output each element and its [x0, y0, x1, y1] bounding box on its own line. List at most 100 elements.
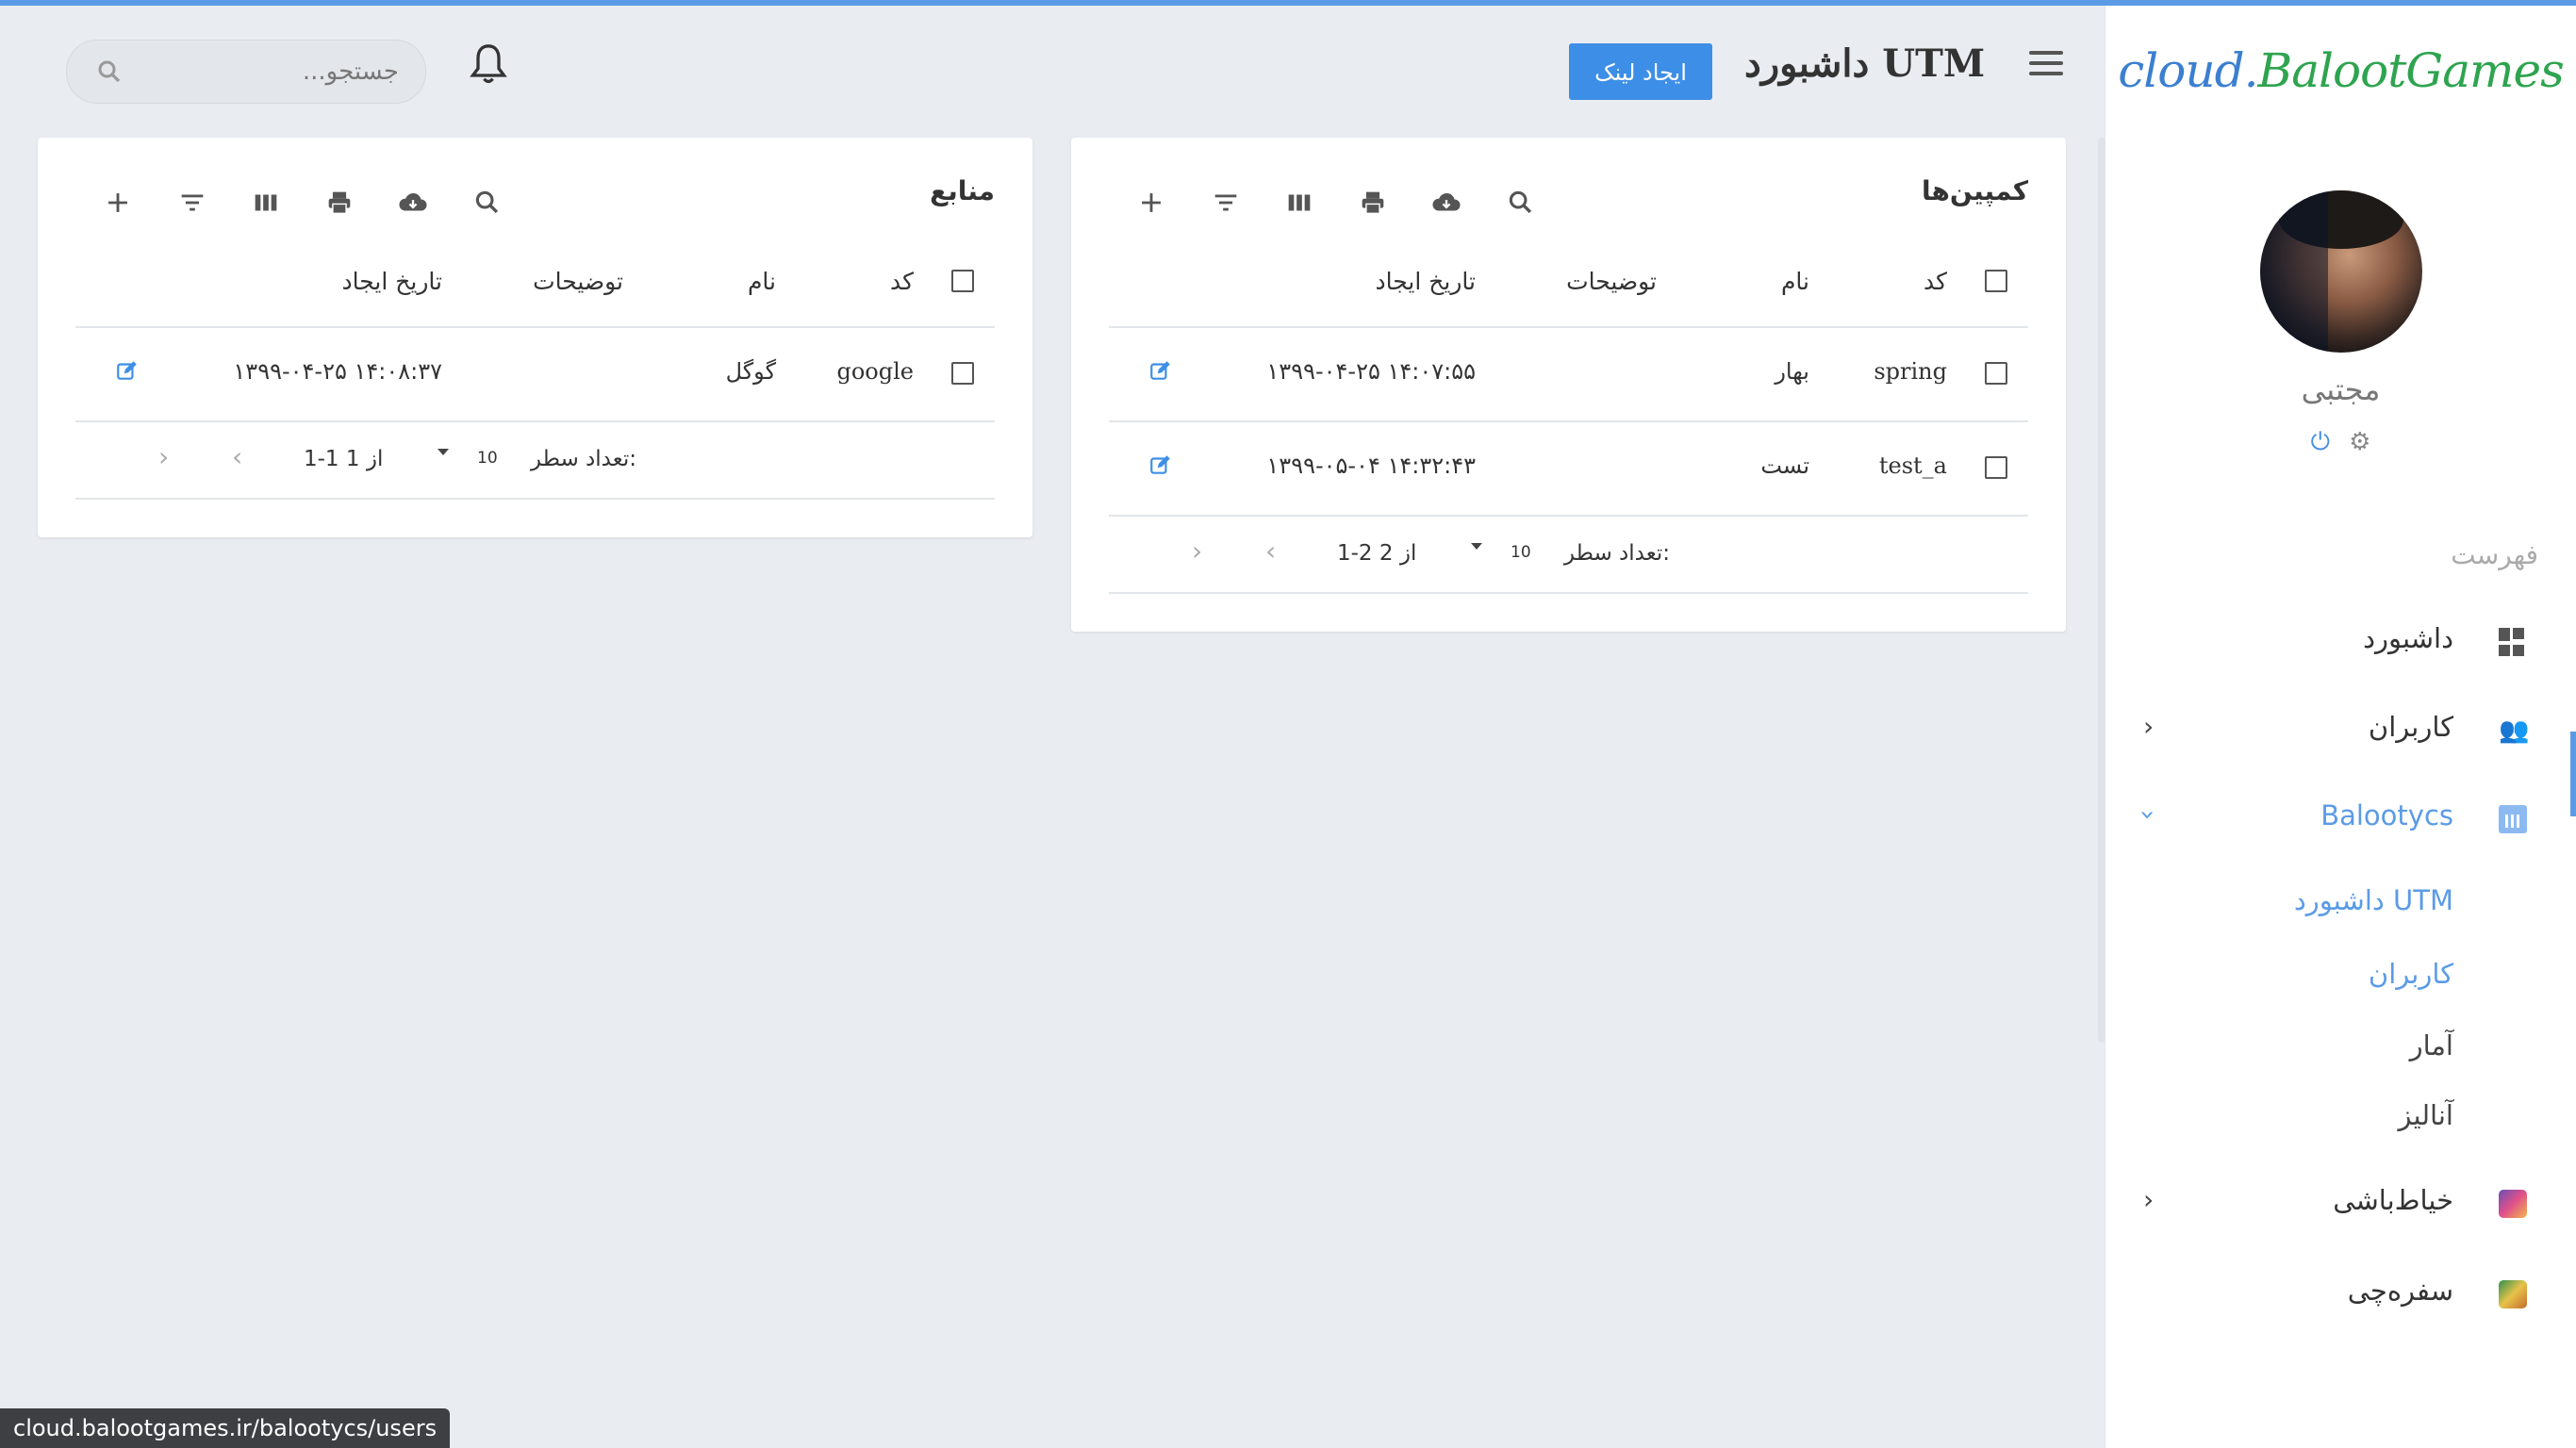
select-all-checkbox[interactable] [1985, 270, 2007, 292]
search-box[interactable] [66, 40, 426, 104]
column-header-name[interactable]: نام [1781, 268, 1809, 295]
filter-icon[interactable] [176, 187, 208, 219]
create-link-button[interactable]: ایجاد لینک [1569, 43, 1712, 100]
divider [75, 498, 995, 500]
cell-code: google [836, 358, 914, 385]
gear-icon[interactable]: ⚙ [2349, 428, 2370, 456]
cell-created: ۱۳۹۹-۰۴-۲۵ ۱۴:۰۸:۳۷ [233, 358, 442, 385]
column-header-description[interactable]: توضیحات [1566, 268, 1657, 295]
filter-icon[interactable] [1210, 187, 1242, 219]
row-checkbox[interactable] [1985, 362, 2007, 385]
cell-created: ۱۳۹۹-۰۴-۲۵ ۱۴:۰۷:۵۵ [1266, 358, 1476, 385]
rows-per-page-label: تعداد سطر: [530, 447, 636, 471]
card-title: کمپین‌ها [1921, 175, 2028, 206]
cloud-download-icon[interactable] [1430, 187, 1462, 219]
rows-per-page-label: تعداد سطر: [1563, 541, 1670, 566]
cell-code: test_a [1878, 452, 1947, 479]
search-icon[interactable] [95, 58, 124, 86]
sidebar-item-balootycs[interactable]: Balootycs › [2105, 786, 2576, 852]
menu-heading: فهرست [2451, 539, 2538, 570]
divider [1109, 420, 2028, 422]
add-icon[interactable] [102, 187, 134, 219]
cell-name: تست [1760, 452, 1809, 479]
cell-created: ۱۳۹۹-۰۵-۰۴ ۱۴:۳۲:۴۳ [1266, 452, 1476, 479]
username: مجتبی [2301, 371, 2381, 407]
divider [1109, 592, 2028, 594]
bell-icon[interactable] [468, 41, 509, 89]
row-checkbox[interactable] [951, 362, 974, 385]
chart-icon [2499, 805, 2527, 833]
brand-logo[interactable]: cloud.BalootGames [2105, 43, 2576, 98]
columns-icon[interactable] [250, 187, 282, 219]
game-icon [2499, 1280, 2527, 1308]
next-page-icon[interactable]: › [158, 441, 169, 472]
column-header-description[interactable]: توضیحات [533, 268, 623, 295]
cell-name: گوگل [725, 358, 776, 385]
columns-icon[interactable] [1283, 187, 1315, 219]
sidebar-item-label: داشبورد [2363, 622, 2453, 654]
sidebar-subitem-stats[interactable]: آمار [2410, 1029, 2453, 1061]
print-icon[interactable] [323, 187, 355, 219]
sidebar-item-label: Balootycs [2320, 799, 2453, 831]
print-icon[interactable] [1357, 187, 1389, 219]
column-header-created[interactable]: تاریخ ایجاد [1376, 268, 1476, 295]
cell-code: spring [1874, 358, 1947, 385]
sidebar-item-label: سفره‌چی [2347, 1275, 2453, 1307]
sidebar-item-users[interactable]: 👥 کاربران › [2105, 698, 2576, 764]
game-icon [2499, 1190, 2527, 1218]
sidebar-item-label: کاربران [2368, 711, 2453, 743]
main-scrollbar[interactable] [2098, 138, 2105, 1043]
prev-page-icon[interactable]: ‹ [1265, 535, 1276, 567]
cell-name: بهار [1775, 358, 1809, 385]
search-icon[interactable] [1505, 187, 1537, 219]
next-page-icon[interactable]: › [1192, 535, 1202, 567]
search-icon[interactable] [471, 187, 504, 219]
user-actions: ⏻ ⚙ [2105, 428, 2576, 457]
dashboard-icon [2499, 628, 2527, 656]
column-header-created[interactable]: تاریخ ایجاد [342, 268, 442, 295]
rows-per-page-select[interactable]: 10 [477, 449, 498, 468]
logo-part-cloud: cloud. [2118, 43, 2258, 98]
sidebar-item-sofrechi[interactable]: سفره‌چی [2105, 1261, 2576, 1327]
column-header-code[interactable]: کد [1924, 268, 1947, 295]
link-status-bar: cloud.balootgames.ir/balootycs/users [0, 1408, 451, 1448]
campaigns-card: کمپین‌ها کد نام توضیحات تاریخ ایجاد spri… [1071, 138, 2066, 632]
select-all-checkbox[interactable] [951, 270, 974, 292]
sidebar-subitem-utm-dashboard[interactable]: داشبورد UTM [2294, 884, 2453, 916]
chevron-right-icon: › [2143, 1184, 2155, 1215]
edit-icon[interactable] [115, 358, 140, 383]
logo-part-balootgames: BalootGames [2257, 43, 2564, 98]
sidebar-item-dashboard[interactable]: داشبورد [2105, 609, 2576, 675]
sources-card: منابع کد نام توضیحات تاریخ ایجاد google … [38, 138, 1032, 537]
edit-icon[interactable] [1148, 358, 1173, 383]
edit-icon[interactable] [1148, 452, 1173, 477]
users-icon: 👥 [2499, 716, 2530, 745]
sidebar-item-label: خیاط‌باشی [2333, 1184, 2453, 1216]
cloud-download-icon[interactable] [397, 187, 429, 219]
row-checkbox[interactable] [1985, 456, 2007, 479]
menu-toggle-icon[interactable] [2029, 51, 2063, 79]
pagination-range: 1-1 از 1 [304, 447, 384, 471]
rows-per-page-select[interactable]: 10 [1511, 543, 1531, 562]
chevron-right-icon: › [2143, 711, 2155, 742]
dropdown-caret-icon[interactable] [438, 449, 449, 455]
divider [75, 326, 995, 328]
divider [1109, 515, 2028, 517]
divider [75, 420, 995, 422]
pagination-range: 1-2 از 2 [1337, 541, 1417, 566]
sidebar-item-khayatbashi[interactable]: خیاط‌باشی › [2105, 1171, 2576, 1237]
avatar[interactable] [2260, 190, 2422, 353]
divider [1109, 326, 2028, 328]
sidebar-subitem-analysis[interactable]: آنالیز [2398, 1099, 2453, 1131]
column-header-name[interactable]: نام [748, 268, 776, 295]
chevron-down-icon: › [2133, 809, 2165, 821]
search-input[interactable] [133, 50, 401, 93]
power-icon[interactable]: ⏻ [2311, 428, 2331, 457]
page-title: داشبورد UTM [1744, 41, 1986, 86]
add-icon[interactable] [1135, 187, 1167, 219]
column-header-code[interactable]: کد [890, 268, 914, 295]
prev-page-icon[interactable]: ‹ [232, 441, 242, 472]
sidebar-subitem-users[interactable]: کاربران [2369, 958, 2453, 990]
card-title: منابع [930, 175, 995, 206]
dropdown-caret-icon[interactable] [1471, 543, 1482, 550]
